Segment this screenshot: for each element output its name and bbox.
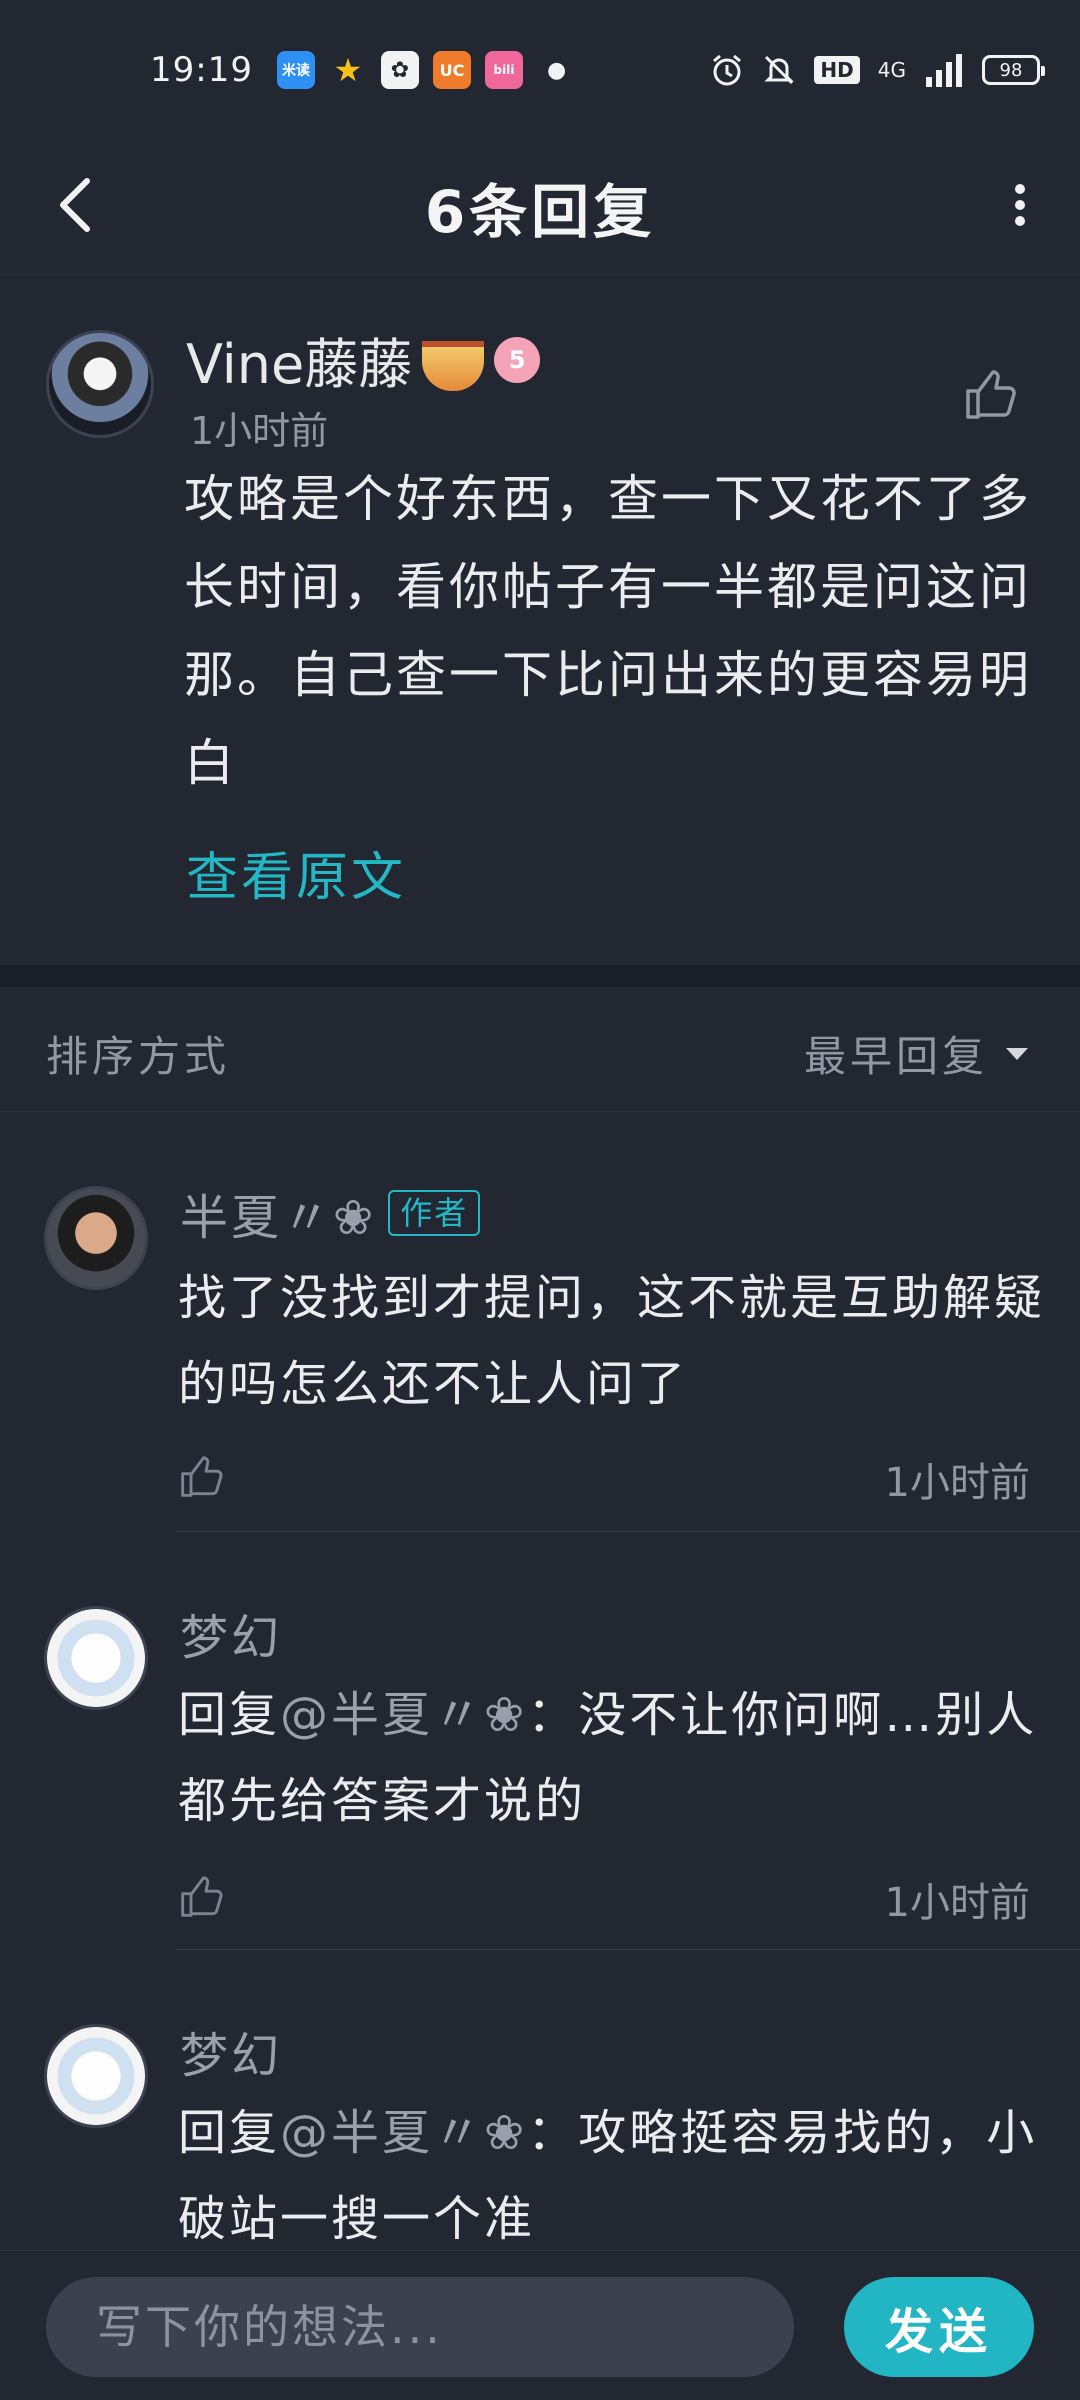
like-button[interactable] [960,365,1020,425]
mimi-reader-icon: 米读 [276,51,315,89]
alarm-icon [713,54,742,86]
back-button[interactable] [40,170,110,240]
hd-badge: HD [814,56,860,84]
username-text: 梦幻 [180,2028,283,2084]
star-icon: ★ [333,51,363,89]
send-button[interactable]: 发送 [844,2277,1034,2377]
reply-item: 梦幻 回复@半夏〃❀：攻略挺容易找的，小破站一搜一个准 [0,1950,1080,2250]
avatar[interactable] [46,330,154,438]
avatar[interactable] [44,1186,148,1290]
noodle-bowl-icon [422,340,485,391]
username-text: Vine藤藤 [186,333,413,396]
bilibili-icon: bili [484,51,523,89]
reply-prefix: 回复 [178,1687,281,1743]
username-text: 梦幻 [180,1610,283,1666]
signal-icon [926,54,962,87]
uc-browser-icon: UC [432,51,471,89]
chevron-left-icon [60,178,90,232]
sort-label: 排序方式 [46,1032,231,1081]
mention-link[interactable]: @半夏〃❀ [280,1687,527,1743]
sort-bar: 排序方式 最早回复 [0,987,1080,1112]
reply-content: 回复@半夏〃❀：没不让你问啊…别人都先给答案才说的 [178,1672,1048,1844]
author-tag: 作者 [388,1190,481,1236]
avatar[interactable] [44,1606,148,1710]
avatar[interactable] [44,2024,148,2128]
reply-item: 半夏〃❀ 作者 找了没找到才提问，这不就是互助解疑的吗怎么还不让人问了 1小时前 [0,1112,1080,1532]
more-vertical-icon [1015,184,1025,226]
post-time: 1小时前 [190,409,329,453]
reply-username[interactable]: 梦幻 [180,2016,282,2086]
status-time: 19:19 [150,50,253,90]
caret-down-icon [1006,1047,1028,1060]
sort-dropdown[interactable]: 最早回复 [804,1023,1030,1084]
view-original-link[interactable]: 查看原文 [186,835,406,910]
network-label: 4G [877,58,906,82]
like-button[interactable] [176,1872,226,1922]
reply-prefix: 回复 [178,2105,281,2161]
status-bar: 19:19 米读 ★ ✿ UC bili ● HD 4G 98 [0,0,1080,140]
paw-icon: ✿ [380,51,419,89]
reply-item: 梦幻 回复@半夏〃❀：没不让你问啊…别人都先给答案才说的 1小时前 [0,1532,1080,1950]
status-right: HD 4G 98 [710,53,1045,87]
reply-content: 回复@半夏〃❀：攻略挺容易找的，小破站一搜一个准 [178,2090,1048,2250]
mute-bell-icon [764,55,795,85]
reply-username[interactable]: 半夏〃❀ 作者 [180,1178,481,1248]
comment-input[interactable] [46,2277,794,2377]
reply-time: 1小时前 [884,1460,1030,1506]
thumbs-up-icon [181,1876,223,1917]
notification-dot-icon: ● [546,57,567,83]
header: 6条回复 [0,140,1080,275]
original-post: Vine藤藤 5 1小时前 攻略是个好东西，查一下又花不了多长时间，看你帖子有一… [0,275,1080,965]
sort-selected-value: 最早回复 [803,1032,988,1081]
thumbs-up-icon [966,370,1016,419]
mention-link[interactable]: @半夏〃❀ [280,2105,527,2161]
username-text: 半夏〃❀ [180,1190,377,1246]
thumbs-up-icon [181,1456,223,1497]
section-divider [0,965,1080,987]
reply-time: 1小时前 [884,1880,1030,1926]
like-button[interactable] [176,1452,226,1502]
reply-content: 找了没找到才提问，这不就是互助解疑的吗怎么还不让人问了 [178,1270,1046,1412]
more-options-button[interactable] [990,170,1050,240]
battery-icon: 98 [982,55,1045,85]
post-content: 攻略是个好东西，查一下又花不了多长时间，看你帖子有一半都是问这问那。自己查一下比… [184,470,1032,792]
post-username[interactable]: Vine藤藤 5 [186,320,541,399]
comment-bar: 发送 [0,2250,1080,2400]
reply-username[interactable]: 梦幻 [180,1598,282,1668]
level-badge: 5 [494,336,541,383]
page-title: 6条回复 [424,178,656,246]
